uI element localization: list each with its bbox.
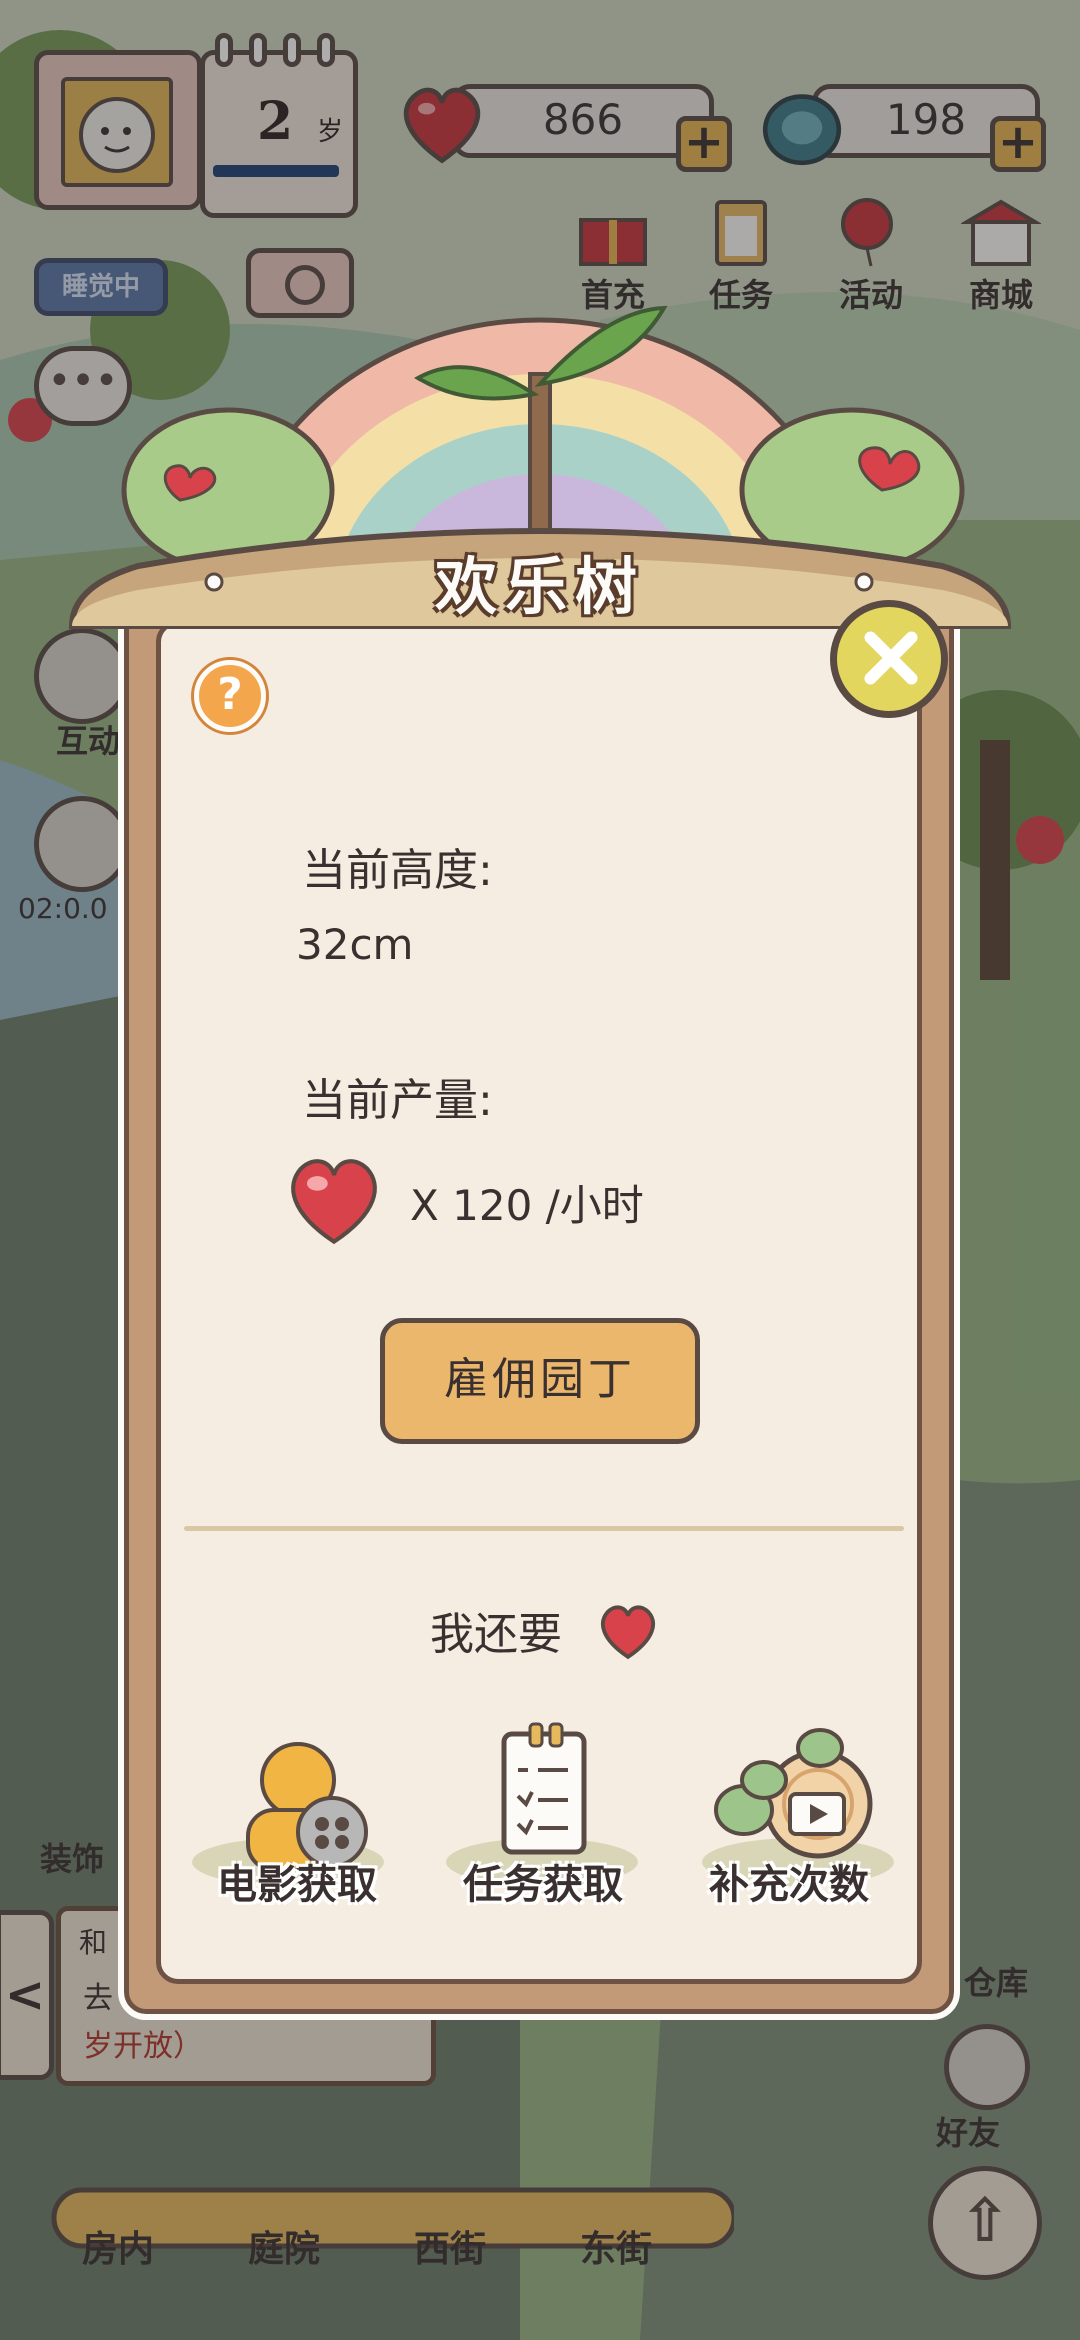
height-value: 32cm bbox=[296, 920, 414, 969]
output-label: 当前产量: bbox=[302, 1075, 493, 1126]
hire-gardener-button[interactable]: 雇佣园丁 bbox=[380, 1318, 700, 1444]
output-value: X 120 /小时 bbox=[410, 1181, 644, 1230]
small-heart-icon bbox=[601, 1605, 655, 1660]
option-refill-label[interactable]: 补充次数 bbox=[664, 1852, 914, 1910]
option-task-label[interactable]: 任务获取 bbox=[418, 1852, 668, 1910]
height-label: 当前高度: bbox=[302, 845, 493, 896]
help-icon[interactable]: ? bbox=[194, 660, 266, 732]
heart-icon bbox=[291, 1159, 377, 1245]
close-icon[interactable] bbox=[830, 600, 948, 718]
dialog-title: 欢乐树 bbox=[434, 550, 645, 623]
want-more-label: 我还要 bbox=[430, 1609, 562, 1660]
section-divider bbox=[184, 1526, 904, 1531]
option-movie-label[interactable]: 电影获取 bbox=[172, 1852, 422, 1910]
